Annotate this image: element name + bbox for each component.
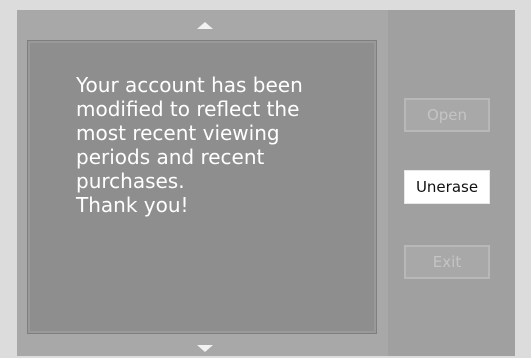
account-message-text: Your account has been modified to reflec… [76,73,303,217]
exit-button[interactable]: Exit [404,245,490,279]
scroll-up-arrow-icon[interactable] [197,22,213,29]
message-panel: Your account has been modified to reflec… [17,10,388,356]
button-panel: Open Unerase Exit [388,10,515,356]
unerase-button[interactable]: Unerase [404,170,490,204]
scroll-down-arrow-icon[interactable] [197,345,213,352]
open-button[interactable]: Open [404,98,490,132]
dialog-frame: Your account has been modified to reflec… [17,10,515,356]
message-box: Your account has been modified to reflec… [27,40,377,334]
